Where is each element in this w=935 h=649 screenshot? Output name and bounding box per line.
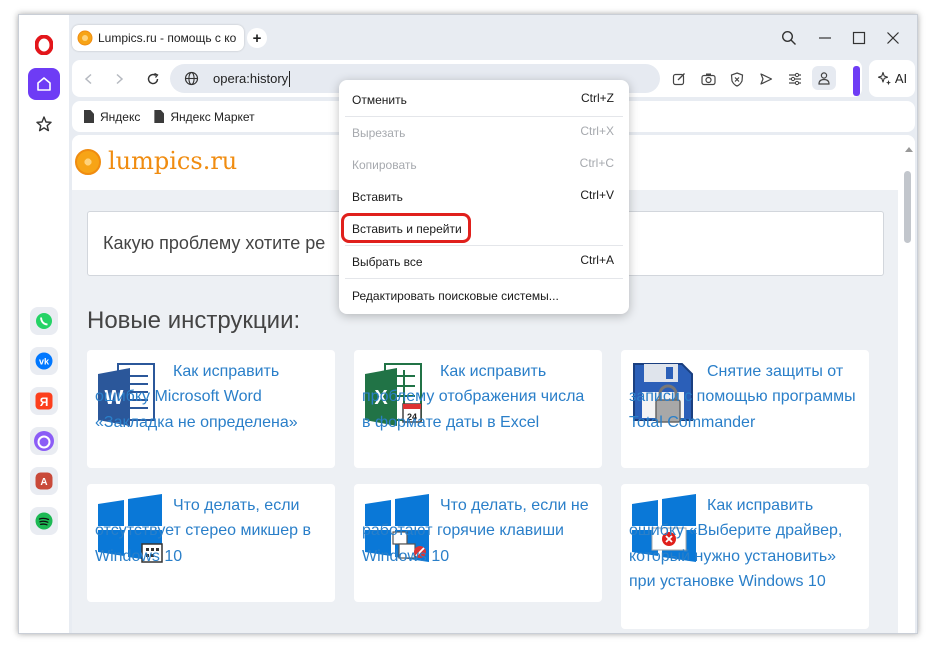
bookmark-label: Яндекс (100, 109, 141, 124)
reload-button[interactable] (142, 68, 164, 90)
menu-item-shortcut: Ctrl+X (580, 124, 614, 138)
menu-item-label: Отменить (352, 93, 407, 107)
new-tab-button[interactable]: + (247, 28, 267, 48)
menu-item-label: Вставить (352, 190, 403, 204)
back-button[interactable] (78, 68, 100, 90)
menu-item-label: Редактировать поисковые системы... (352, 289, 559, 303)
sidebar-accent-indicator (853, 66, 860, 96)
article-title[interactable]: Что делать, если отсутствует стерео микш… (95, 493, 330, 569)
orange-logo-icon[interactable] (75, 149, 101, 175)
edit-icon[interactable] (669, 69, 689, 89)
article-title[interactable]: Как исправить ошибку «Выберите драйвер, … (629, 493, 864, 594)
scroll-thumb[interactable] (904, 171, 911, 243)
article-card[interactable]: W Как исправить ошибку Microsoft Word «З… (87, 350, 335, 468)
translate-icon[interactable]: A (30, 467, 58, 495)
opera-menu-icon[interactable] (28, 29, 60, 61)
menu-item-edit-search-engines[interactable]: Редактировать поисковые системы... (339, 281, 629, 311)
profile-icon[interactable] (812, 66, 836, 90)
search-tabs-icon[interactable] (775, 25, 803, 51)
page-scrollbar[interactable] (901, 135, 915, 633)
highlight-box (341, 213, 471, 243)
orange-favicon-icon (77, 30, 93, 46)
article-card[interactable]: Что делать, если не работают горячие кла… (354, 484, 602, 602)
article-title[interactable]: Что делать, если не работают горячие кла… (362, 493, 597, 569)
menu-item-shortcut: Ctrl+C (579, 156, 614, 170)
menu-item-label: Вырезать (352, 126, 406, 140)
site-logo[interactable]: lumpics.ru (108, 147, 237, 175)
alice-icon[interactable] (30, 427, 58, 455)
bookmarks-star-icon[interactable] (28, 108, 60, 140)
maximize-button[interactable] (845, 25, 873, 51)
menu-item-copy[interactable]: Копировать Ctrl+C (339, 150, 629, 180)
svg-text:Я: Я (40, 395, 49, 409)
menu-item-select-all[interactable]: Выбрать все Ctrl+A (339, 247, 629, 277)
menu-divider (345, 116, 623, 117)
menu-item-cut[interactable]: Вырезать Ctrl+X (339, 118, 629, 148)
home-icon[interactable] (28, 68, 60, 100)
text-cursor (289, 70, 291, 87)
ai-label: AI (894, 71, 908, 86)
tab-title: Lumpics.ru - помощь с ко (98, 31, 237, 45)
document-icon (154, 110, 165, 123)
bookmark-label: Яндекс Маркет (170, 109, 255, 124)
spotify-icon[interactable] (30, 507, 58, 535)
url-text: opera:history (213, 71, 289, 86)
bookmark-yandex-market[interactable]: Яндекс Маркет (154, 109, 255, 124)
adblock-shield-icon[interactable] (727, 69, 747, 89)
menu-item-shortcut: Ctrl+Z (581, 91, 614, 105)
article-card[interactable]: Как исправить ошибку «Выберите драйвер, … (621, 484, 869, 629)
tab-lumpics[interactable]: Lumpics.ru - помощь с ко (72, 25, 244, 51)
yandex-icon[interactable]: Я (30, 387, 58, 415)
menu-item-label: Выбрать все (352, 255, 423, 269)
send-icon[interactable] (756, 69, 776, 89)
document-icon (84, 110, 94, 123)
article-card[interactable]: Что делать, если отсутствует стерео микш… (87, 484, 335, 602)
article-title[interactable]: Как исправить ошибку Microsoft Word «Зак… (95, 359, 330, 435)
minimize-button[interactable] (811, 25, 839, 51)
svg-text:vk: vk (39, 357, 50, 367)
sidebar: vk Я A (19, 15, 69, 633)
ai-button[interactable]: AI (869, 60, 915, 97)
menu-item-undo[interactable]: Отменить Ctrl+Z (339, 85, 629, 115)
bookmark-yandex[interactable]: Яндекс (84, 110, 140, 124)
article-card[interactable]: Снятие защиты от записи с помощью програ… (621, 350, 869, 468)
easy-setup-icon[interactable] (785, 69, 805, 89)
close-button[interactable] (879, 25, 907, 51)
camera-icon[interactable] (698, 69, 718, 89)
vk-icon[interactable]: vk (30, 347, 58, 375)
menu-item-shortcut: Ctrl+V (580, 188, 614, 202)
menu-item-paste[interactable]: Вставить Ctrl+V (339, 182, 629, 212)
menu-divider (345, 245, 623, 246)
article-title[interactable]: Как исправить проблему отображения числа… (362, 359, 597, 435)
article-card[interactable]: X 24 Как исправить проблему отображения … (354, 350, 602, 468)
scroll-up-arrow-icon[interactable] (905, 147, 913, 152)
menu-divider (345, 278, 623, 279)
globe-icon (184, 71, 199, 86)
section-title: Новые инструкции: (87, 307, 301, 334)
svg-text:A: A (40, 477, 47, 488)
menu-item-label: Копировать (352, 158, 417, 172)
article-title[interactable]: Снятие защиты от записи с помощью програ… (629, 359, 864, 435)
menu-item-shortcut: Ctrl+A (580, 253, 614, 267)
context-menu: Отменить Ctrl+Z Вырезать Ctrl+X Копирова… (339, 80, 629, 314)
sparkle-icon (877, 71, 891, 85)
whatsapp-icon[interactable] (30, 307, 58, 335)
forward-button[interactable] (108, 68, 130, 90)
